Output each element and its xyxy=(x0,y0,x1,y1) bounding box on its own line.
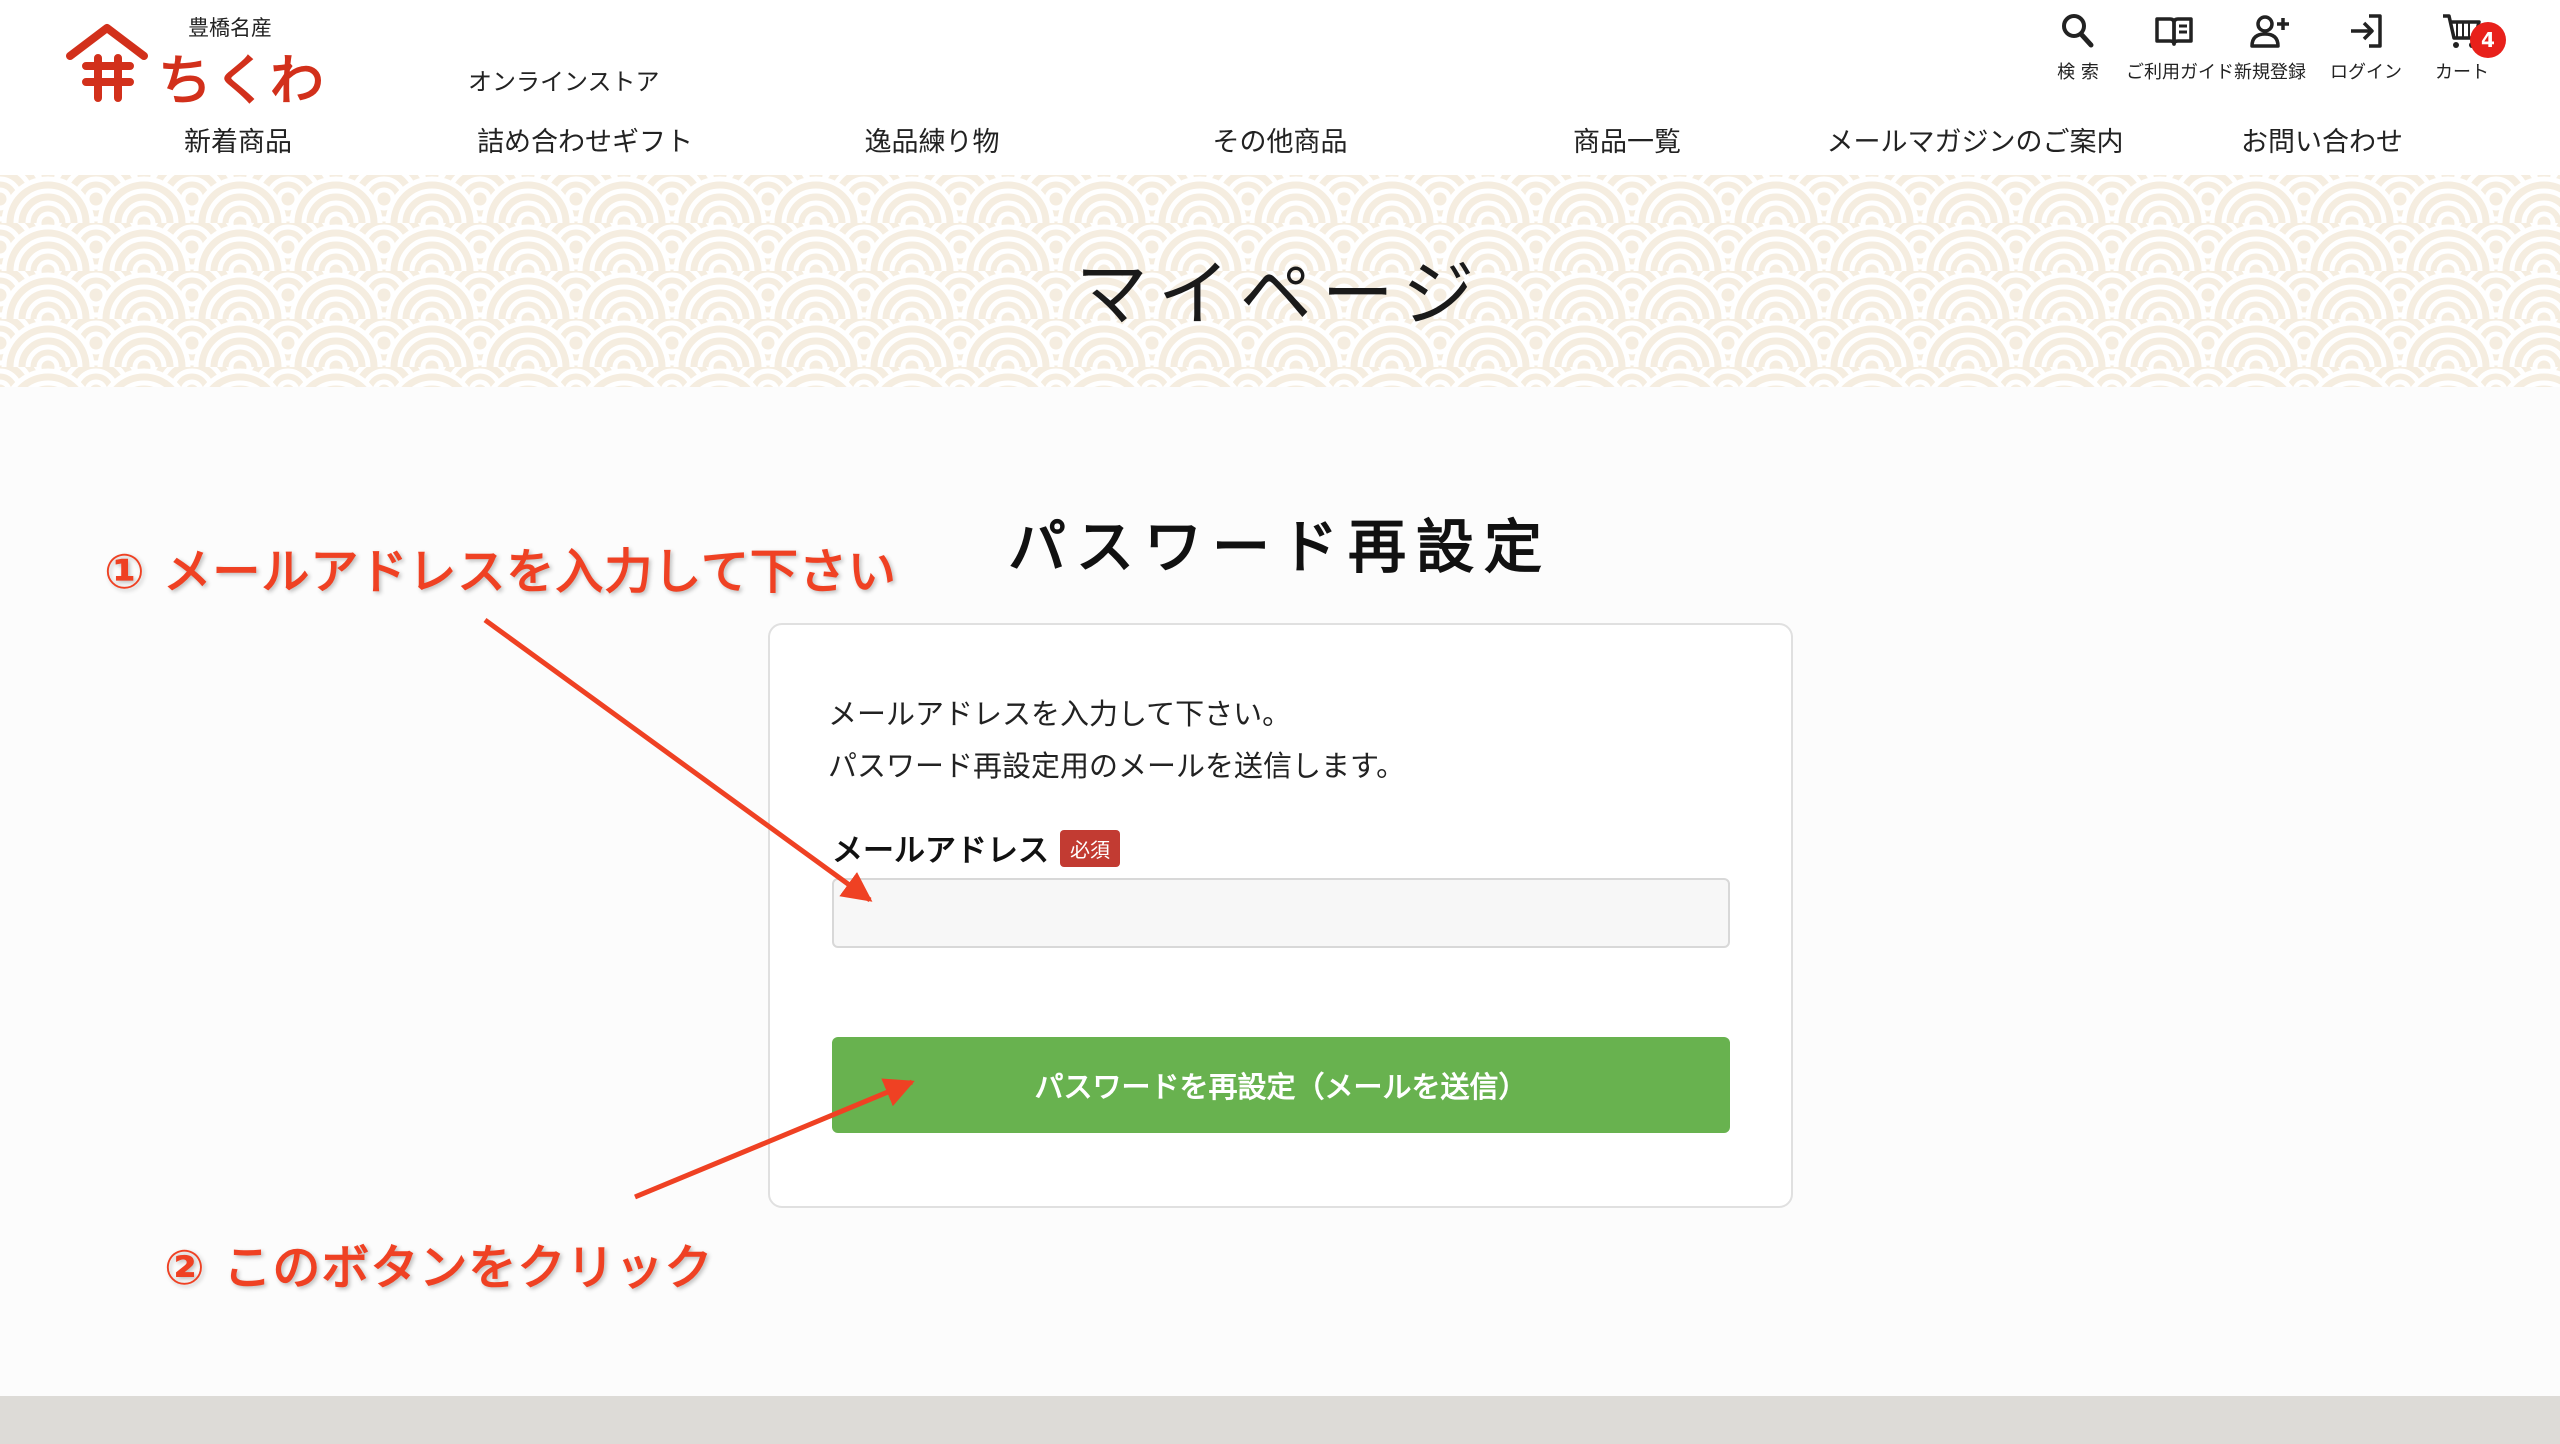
register-link-label: 新規登録 xyxy=(2234,62,2306,83)
register-link[interactable]: 新規登録 xyxy=(2222,10,2318,84)
user-plus-icon xyxy=(2250,15,2289,48)
search-link-label: 検 索 xyxy=(2057,62,2099,83)
guide-link[interactable]: ご利用ガイド xyxy=(2126,10,2234,84)
logo-title: ちくわ xyxy=(158,48,326,112)
annotation-step-2: ② このボタンをクリック xyxy=(164,1240,714,1296)
nav-contact[interactable]: お問い合わせ xyxy=(2241,120,2403,159)
nav-gift-sets[interactable]: 詰め合わせギフト xyxy=(477,120,693,159)
cart-count-badge: 4 xyxy=(2470,22,2506,58)
search-link[interactable]: 検 索 xyxy=(2030,10,2126,84)
nav-premium-products[interactable]: 逸品練り物 xyxy=(865,120,1000,159)
logo-store-label: オンラインストア xyxy=(468,68,660,96)
email-label: メールアドレス xyxy=(832,833,1049,869)
description-line-2: パスワード再設定用のメールを送信します。 xyxy=(828,749,1406,783)
password-reset-form: メールアドレスを入力して下さい。 パスワード再設定用のメールを送信します。 メー… xyxy=(768,623,1793,1208)
reset-password-button[interactable]: パスワードを再設定（メールを送信） xyxy=(832,1037,1730,1133)
logo-mark-icon xyxy=(66,24,148,102)
nav-product-list[interactable]: 商品一覧 xyxy=(1573,120,1681,159)
annotation-step-1: ① メールアドレスを入力して下さい xyxy=(104,544,897,600)
cart-link-label: カート xyxy=(2435,62,2489,83)
guide-link-label: ご利用ガイド xyxy=(2126,62,2234,83)
login-link[interactable]: ログイン xyxy=(2318,10,2414,84)
utility-menu: 検 索 ご利用ガイド 新規登録 ログイン 4 カート xyxy=(2030,10,2510,84)
login-icon xyxy=(2351,14,2382,48)
search-icon xyxy=(2062,14,2094,48)
hero-title: マイページ xyxy=(1075,252,1485,336)
nav-newsletter[interactable]: メールマガジンのご案内 xyxy=(1827,120,2124,159)
main-nav: 新着商品 詰め合わせギフト 逸品練り物 その他商品 商品一覧 メールマガジンのご… xyxy=(0,110,2560,170)
required-badge: 必須 xyxy=(1060,830,1120,867)
guide-book-icon xyxy=(2155,17,2193,46)
nav-other-products[interactable]: その他商品 xyxy=(1213,120,1348,159)
login-link-label: ログイン xyxy=(2330,62,2402,83)
description-line-1: メールアドレスを入力して下さい。 xyxy=(828,697,1292,731)
footer-band xyxy=(0,1396,2560,1444)
site-logo[interactable]: 豊橋名産 ちくわ オンラインストア xyxy=(64,12,660,112)
site-header: 豊橋名産 ちくわ オンラインストア 検 索 ご利用ガイド 新規登録 ログイン 4… xyxy=(0,0,2560,175)
page: 豊橋名産 ちくわ オンラインストア 検 索 ご利用ガイド 新規登録 ログイン 4… xyxy=(0,0,2560,1444)
page-title: パスワード再設定 xyxy=(1007,513,1553,581)
nav-new-items[interactable]: 新着商品 xyxy=(184,120,292,159)
cart-link[interactable]: 4 カート xyxy=(2414,10,2510,84)
hero-banner: マイページ xyxy=(0,175,2560,387)
email-field[interactable] xyxy=(832,878,1730,948)
